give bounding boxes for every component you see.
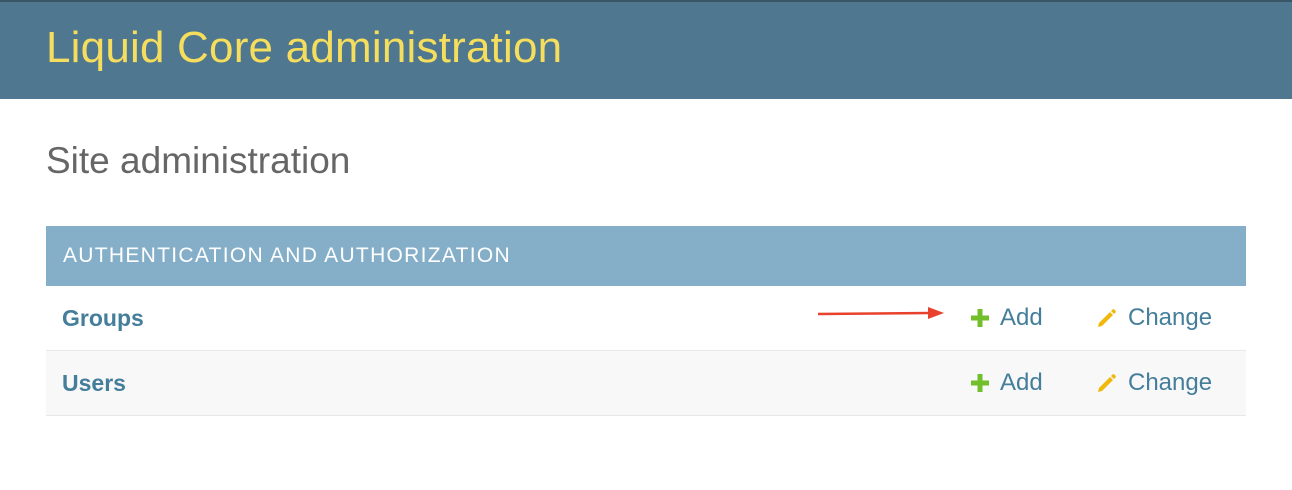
- pencil-icon: [1096, 307, 1118, 329]
- change-groups-button[interactable]: Change: [1096, 304, 1212, 332]
- add-groups-button[interactable]: Add: [970, 304, 1043, 332]
- module-caption-label[interactable]: AUTHENTICATION AND AUTHORIZATION: [63, 244, 511, 268]
- app-module-auth: AUTHENTICATION AND AUTHORIZATION Groups …: [46, 226, 1246, 416]
- plus-icon: [970, 308, 990, 328]
- model-link-users[interactable]: Users: [62, 370, 126, 397]
- add-users-button[interactable]: Add: [970, 369, 1043, 397]
- add-label: Add: [1000, 369, 1043, 396]
- model-row-users: Users Add Change: [46, 351, 1246, 416]
- add-label: Add: [1000, 304, 1043, 331]
- annotation-arrow-icon: [818, 307, 944, 319]
- module-caption[interactable]: AUTHENTICATION AND AUTHORIZATION: [46, 226, 1246, 286]
- change-users-button[interactable]: Change: [1096, 369, 1212, 397]
- change-label: Change: [1128, 304, 1213, 331]
- page-title: Site administration: [46, 140, 351, 181]
- header-bar: Liquid Core administration: [0, 2, 1292, 99]
- pencil-icon: [1096, 372, 1118, 394]
- model-row-groups: Groups Add Change: [46, 286, 1246, 351]
- site-brand-link[interactable]: Liquid Core administration: [46, 23, 562, 73]
- model-link-groups[interactable]: Groups: [62, 305, 144, 332]
- change-label: Change: [1128, 369, 1213, 396]
- plus-icon: [970, 373, 990, 393]
